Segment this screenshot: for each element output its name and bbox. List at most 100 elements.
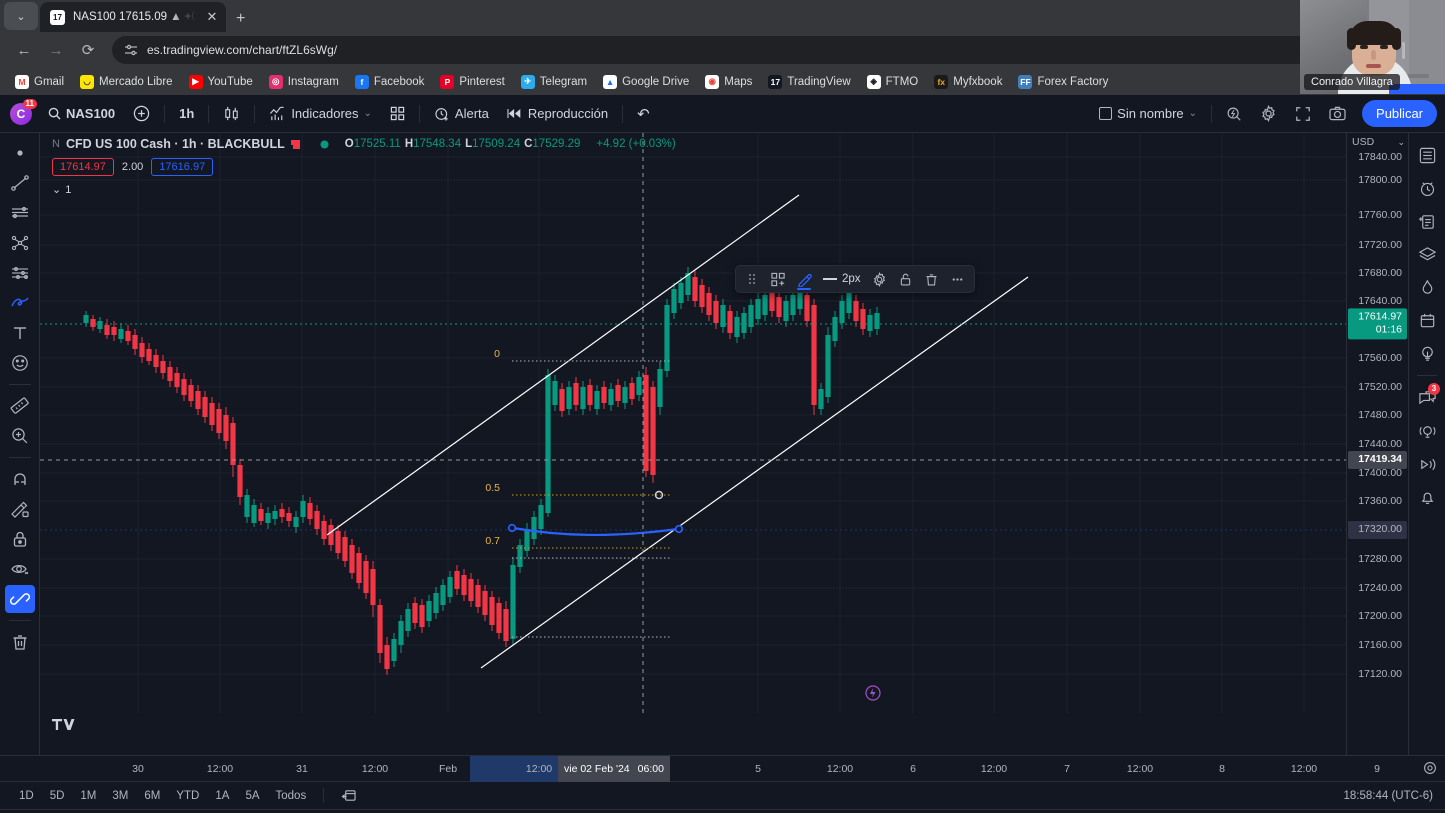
pitchfork-icon[interactable] — [5, 229, 35, 257]
bookmark-item[interactable]: ▲ Google Drive — [596, 72, 696, 92]
range-button-3m[interactable]: 3M — [105, 787, 135, 805]
range-button-todos[interactable]: Todos — [269, 787, 314, 805]
legend-depth-row[interactable]: ⌄ 1 — [52, 183, 676, 197]
snapshot-button[interactable] — [1321, 100, 1354, 128]
ideas-lightbulb-icon[interactable] — [1413, 338, 1441, 368]
more-options-icon[interactable] — [946, 268, 970, 290]
chevron-down-icon[interactable]: ⌄ — [1189, 108, 1197, 119]
range-button-ytd[interactable]: YTD — [169, 787, 206, 805]
floating-drawing-toolbar[interactable]: 2px — [735, 265, 975, 293]
currency-selector[interactable]: USD ⌄ — [1352, 136, 1405, 148]
chart-clock[interactable]: 18:58:44 (UTC-6) — [1344, 790, 1433, 802]
drawing-mode-icon[interactable] — [5, 495, 35, 523]
lock-drawings-icon[interactable] — [5, 525, 35, 553]
line-width-button[interactable]: 2px — [818, 273, 866, 285]
magnet-icon[interactable] — [5, 465, 35, 493]
chart-symbol-title[interactable]: CFD US 100 Cash · 1h · BLACKBULL — [66, 137, 285, 151]
close-tab-icon[interactable]: ✕ — [204, 9, 220, 25]
remove-drawings-icon[interactable] — [5, 628, 35, 656]
reload-icon[interactable]: ⟳ — [74, 36, 102, 64]
chevron-down-icon[interactable]: ⌄ — [52, 183, 61, 196]
publish-button[interactable]: Publicar — [1362, 100, 1437, 127]
bookmark-item[interactable]: ◡ Mercado Libre — [73, 72, 180, 92]
price-axis[interactable]: USD ⌄ 17840.00 17800.00 17760.00 17720.00 17… — [1346, 133, 1408, 755]
chart-type-button[interactable] — [215, 100, 248, 128]
user-avatar[interactable]: C 11 — [10, 98, 37, 125]
measure-icon[interactable] — [5, 392, 35, 420]
bookmark-item[interactable]: M Gmail — [8, 72, 71, 92]
timezone-settings-icon[interactable] — [1423, 761, 1437, 775]
sell-price-button[interactable]: 17614.97 — [52, 158, 114, 176]
sync-drawings-icon[interactable] — [4, 585, 35, 613]
interval-button[interactable]: 1h — [171, 100, 202, 128]
data-window-icon[interactable] — [1413, 206, 1441, 236]
forward-icon[interactable]: → — [42, 36, 70, 64]
text-icon[interactable] — [5, 319, 35, 347]
gann-fan-icon[interactable] — [5, 259, 35, 287]
chat-icon[interactable]: 3 — [1413, 383, 1441, 413]
emoji-icon[interactable] — [5, 349, 35, 377]
order-quantity[interactable]: 2.00 — [122, 161, 143, 173]
notifications-bell-icon[interactable] — [1413, 482, 1441, 512]
webcam-overlay[interactable]: Conrado Villagra — [1300, 0, 1445, 94]
bookmark-item[interactable]: ◈ FTMO — [860, 72, 926, 92]
browser-tab[interactable]: 17 NAS100 17615.09 ▲ +0.02% Sin ✕ — [40, 2, 226, 32]
brush-icon[interactable] — [5, 289, 35, 317]
trash-icon[interactable] — [920, 268, 944, 290]
range-button-6m[interactable]: 6M — [137, 787, 167, 805]
calendar-icon[interactable] — [1413, 305, 1441, 335]
range-button-1a[interactable]: 1A — [208, 787, 236, 805]
rising-trend-line-upper[interactable] — [326, 194, 800, 536]
layouts-button[interactable] — [382, 100, 413, 128]
hotlist-icon[interactable] — [1413, 272, 1441, 302]
trend-line-icon[interactable] — [5, 169, 35, 197]
bookmark-item[interactable]: ◉ Maps — [698, 72, 759, 92]
chevron-down-icon[interactable]: ⌄ — [364, 108, 372, 119]
buy-price-button[interactable]: 17616.97 — [151, 158, 214, 176]
drag-handle-icon[interactable] — [740, 268, 764, 290]
undo-button[interactable]: ↶ — [629, 100, 658, 128]
bookmark-item[interactable]: f Facebook — [348, 72, 432, 92]
add-symbol-button[interactable] — [125, 100, 158, 128]
gear-icon[interactable] — [868, 268, 892, 290]
bookmark-item[interactable]: ✈ Telegram — [514, 72, 594, 92]
range-button-5a[interactable]: 5A — [238, 787, 266, 805]
date-range-icon[interactable] — [334, 785, 363, 806]
range-button-1d[interactable]: 1D — [12, 787, 41, 805]
indicators-button[interactable]: Indicadores ⌄ — [261, 100, 380, 128]
unlock-icon[interactable] — [894, 268, 918, 290]
range-button-1m[interactable]: 1M — [73, 787, 103, 805]
bookmark-item[interactable]: 17 TradingView — [761, 72, 857, 92]
chart-settings-button[interactable] — [1252, 100, 1285, 128]
pen-icon[interactable] — [792, 268, 816, 290]
bookmark-item[interactable]: P Pinterest — [433, 72, 511, 92]
new-tab-icon[interactable]: + — [236, 10, 245, 28]
watchlist-icon[interactable] — [1413, 140, 1441, 170]
zoom-icon[interactable] — [5, 422, 35, 450]
omnibox[interactable]: es.tradingview.com/chart/ftZL6sWg/ — [112, 36, 1324, 64]
replay-button[interactable]: Reproducción — [499, 100, 616, 128]
stream-icon[interactable] — [1413, 449, 1441, 479]
symbol-search-button[interactable]: NAS100 — [40, 100, 123, 128]
tab-search-button[interactable]: ⌄ — [4, 2, 38, 30]
templates-icon[interactable] — [766, 268, 790, 290]
fullscreen-button[interactable] — [1287, 100, 1319, 128]
alerts-clock-icon[interactable] — [1413, 173, 1441, 203]
hide-drawings-icon[interactable] — [5, 555, 35, 583]
blue-brush-curve[interactable] — [511, 526, 680, 537]
chart-canvas[interactable]: N CFD US 100 Cash · 1h · BLACKBULL O1752… — [40, 133, 1346, 755]
layers-icon[interactable] — [1413, 239, 1441, 269]
site-settings-icon[interactable] — [124, 43, 138, 57]
time-axis[interactable]: 30 12:00 31 12:00 Feb 12:00 5 12:00 6 12:00 7 12:00… — [0, 755, 1445, 782]
alert-button[interactable]: Alerta — [426, 100, 497, 128]
range-button-5d[interactable]: 5D — [43, 787, 72, 805]
bookmark-item[interactable]: ◎ Instagram — [262, 72, 346, 92]
bookmark-item[interactable]: ▶ YouTube — [182, 72, 260, 92]
bookmark-item[interactable]: fx Myfxbook — [927, 72, 1009, 92]
quick-search-button[interactable] — [1218, 100, 1250, 128]
horizontal-lines-icon[interactable] — [5, 199, 35, 227]
brush-anchor-right[interactable] — [674, 524, 684, 534]
bookmark-item[interactable]: FF Forex Factory — [1011, 72, 1115, 92]
cursor-dot-icon[interactable] — [5, 139, 35, 167]
layout-name-button[interactable]: Sin nombre ⌄ — [1091, 100, 1205, 128]
